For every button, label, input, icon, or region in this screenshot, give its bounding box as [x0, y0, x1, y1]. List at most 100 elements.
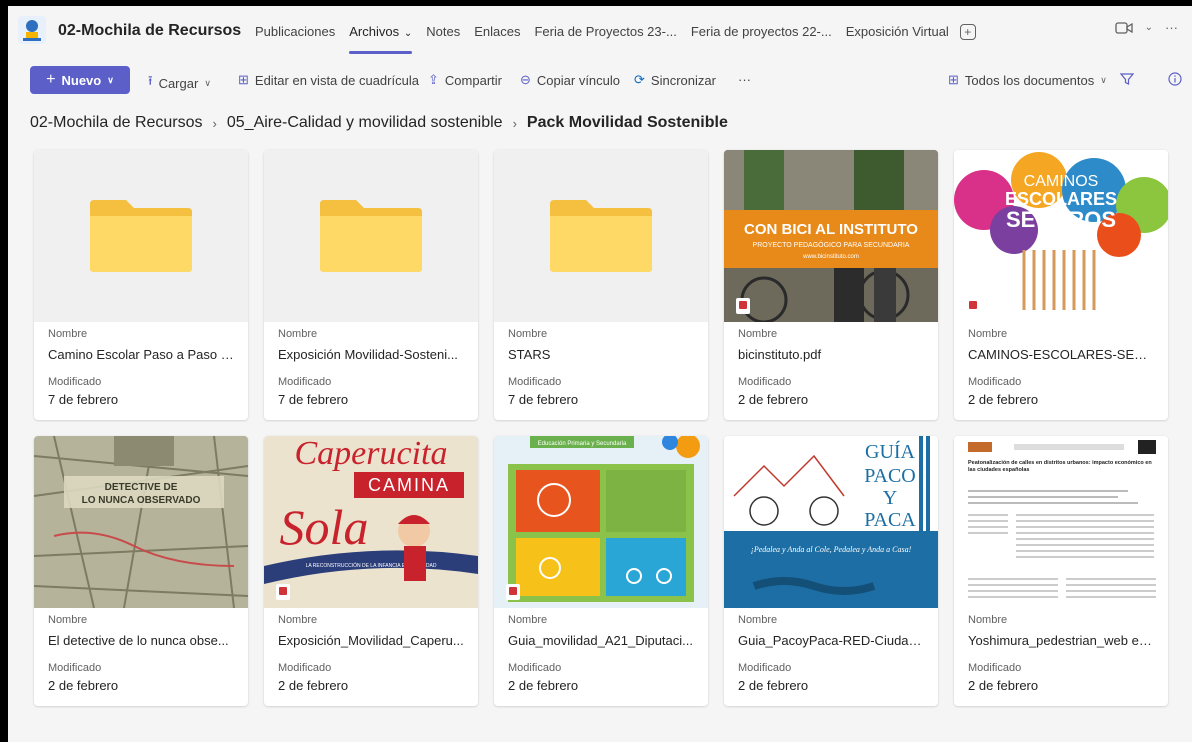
file-thumbnail: CAMINOS ESCOLARES SEGUROS [954, 150, 1168, 322]
tab-feria-23[interactable]: Feria de Proyectos 23-... [527, 20, 683, 44]
file-name[interactable]: CAMINOS-ESCOLARES-SEGU... [968, 347, 1156, 362]
modified-label: Modificado [738, 662, 792, 674]
file-name[interactable]: STARS [508, 347, 696, 362]
file-name[interactable]: Exposición Movilidad-Sosteni... [278, 347, 466, 362]
chevron-right-icon: › [212, 115, 217, 131]
thumb-line-1: Educación Primaria y Secundaria [538, 441, 627, 447]
file-name[interactable]: Exposición_Movilidad_Caperu... [278, 633, 466, 648]
chevron-down-icon: ∨ [107, 74, 114, 85]
header-actions: ⌄ ··· [1114, 20, 1178, 35]
pdf-preview-image: Peatonalización de calles en distritos u… [954, 436, 1168, 608]
file-thumbnail: Caperucita CAMINA Sola LA RECONSTRUCCIÓN… [264, 436, 478, 608]
filter-icon [1120, 73, 1134, 85]
sync-button[interactable]: ⟳ Sincronizar [634, 72, 716, 88]
copy-link-label: Copiar vínculo [536, 72, 621, 88]
thumb-line-5: ¡Pedalea y Anda al Cole, Pedalea y Anda … [751, 545, 912, 554]
pdf-file-icon [736, 298, 750, 314]
command-bar: + Nuevo ∨ ⭱ Cargar ∨ ⊞ Editar en vista d… [8, 62, 1192, 98]
modified-date: 2 de febrero [48, 678, 119, 693]
link-icon: ⊖ [520, 72, 531, 87]
modified-date: 2 de febrero [738, 678, 809, 693]
file-name[interactable]: El detective de lo nunca obse... [48, 633, 236, 648]
breadcrumb-item-root[interactable]: 02-Mochila de Recursos [30, 114, 203, 132]
upload-icon: ⭱ [148, 73, 153, 88]
modified-date: 2 de febrero [508, 678, 579, 693]
add-tab-icon[interactable]: + [959, 24, 976, 40]
folder-icon [90, 200, 192, 272]
more-commands-button[interactable]: ··· [738, 72, 751, 87]
thumb-line-2: ESCOLARES [1005, 189, 1117, 209]
share-icon: ⇪ [428, 72, 439, 87]
file-name[interactable]: bicinstituto.pdf [738, 347, 926, 362]
grid-view-icon: ⊞ [948, 72, 959, 87]
new-button[interactable]: + Nuevo ∨ [30, 66, 130, 94]
chevron-down-icon[interactable]: ⌄ [1145, 22, 1153, 33]
name-label: Nombre [278, 614, 318, 626]
modified-label: Modificado [48, 662, 102, 674]
chevron-down-icon: ∨ [204, 77, 211, 88]
thumb-line-3: SEGUROS [1006, 207, 1116, 232]
more-options-icon[interactable]: ··· [1165, 20, 1178, 35]
modified-label: Modificado [968, 662, 1022, 674]
file-card[interactable]: CON BICI AL INSTITUTO PROYECTO PEDAGÓGIC… [724, 150, 938, 420]
file-thumbnail: Peatonalización de calles en distritos u… [954, 436, 1168, 608]
file-card[interactable]: Nombre STARS Modificado 7 de febrero [494, 150, 708, 420]
name-label: Nombre [738, 328, 778, 340]
thumb-url: www.bicinstituto.com [802, 254, 859, 260]
copy-link-button[interactable]: ⊖ Copiar vínculo [520, 72, 620, 88]
file-name[interactable]: Yoshimura_pedestrian_web es... [968, 633, 1156, 648]
name-label: Nombre [968, 328, 1008, 340]
file-card[interactable]: Educación Primaria y Secundaria Nombre G… [494, 436, 708, 706]
tab-archivos[interactable]: Archivos ⌄ [342, 20, 419, 54]
chevron-down-icon: ∨ [1100, 74, 1107, 85]
team-logo-icon[interactable] [18, 16, 46, 44]
info-button[interactable] [1168, 72, 1182, 86]
pdf-preview-image: CON BICI AL INSTITUTO PROYECTO PEDAGÓGIC… [724, 150, 938, 322]
filter-button[interactable] [1120, 72, 1134, 86]
file-thumbnail [34, 150, 248, 322]
tab-publicaciones[interactable]: Publicaciones [248, 20, 342, 44]
modified-label: Modificado [278, 376, 332, 388]
file-card[interactable]: Nombre Camino Escolar Paso a Paso D... M… [34, 150, 248, 420]
name-label: Nombre [48, 328, 88, 340]
grid-icon: ⊞ [238, 72, 249, 87]
modified-date: 2 de febrero [278, 678, 349, 693]
tab-exposicion-virtual[interactable]: Exposición Virtual [839, 20, 956, 44]
breadcrumb-item-folder[interactable]: 05_Aire-Calidad y movilidad sostenible [227, 114, 503, 132]
folder-icon [320, 200, 422, 272]
file-name[interactable]: Guia_PacoyPaca-RED-Ciudad... [738, 633, 926, 648]
file-thumbnail: Educación Primaria y Secundaria [494, 436, 708, 608]
sync-label: Sincronizar [650, 72, 716, 88]
tab-notes[interactable]: Notes [419, 20, 467, 44]
file-card[interactable]: Peatonalización de calles en distritos u… [954, 436, 1168, 706]
view-selector[interactable]: ⊞ Todos los documentos ∨ [948, 72, 1107, 88]
channel-header: 02-Mochila de Recursos Publicaciones Arc… [8, 6, 1192, 54]
tab-archivos-label: Archivos [349, 24, 400, 39]
modified-label: Modificado [508, 662, 562, 674]
file-thumbnail: DETECTIVE DE LO NUNCA OBSERVADO [34, 436, 248, 608]
thumb-line-2: PACO [864, 465, 916, 487]
file-name[interactable]: Guia_movilidad_A21_Diputaci... [508, 633, 696, 648]
file-card[interactable]: Nombre Exposición Movilidad-Sosteni... M… [264, 150, 478, 420]
modified-label: Modificado [278, 662, 332, 674]
upload-button[interactable]: ⭱ Cargar ∨ [148, 72, 211, 94]
thumb-line-2: LO NUNCA OBSERVADO [82, 495, 201, 506]
tab-enlaces[interactable]: Enlaces [467, 20, 527, 44]
edit-grid-label: Editar en vista de cuadrícula [254, 72, 419, 88]
thumb-line-4: PACA [864, 509, 916, 531]
share-button[interactable]: ⇪ Compartir [428, 72, 502, 88]
name-label: Nombre [738, 614, 778, 626]
pdf-file-icon [966, 298, 980, 314]
name-label: Nombre [508, 614, 548, 626]
file-card[interactable]: CAMINOS ESCOLARES SEGUROS Nombre CAMINOS… [954, 150, 1168, 420]
file-card[interactable]: GUÍA PACO Y PACA ¡Pedalea y Anda al Cole… [724, 436, 938, 706]
file-name[interactable]: Camino Escolar Paso a Paso D... [48, 347, 236, 362]
file-card[interactable]: Caperucita CAMINA Sola LA RECONSTRUCCIÓN… [264, 436, 478, 706]
file-card[interactable]: DETECTIVE DE LO NUNCA OBSERVADO Nombre E… [34, 436, 248, 706]
breadcrumb-item-current: Pack Movilidad Sostenible [526, 114, 728, 131]
thumb-subtitle: PROYECTO PEDAGÓGICO PARA SECUNDARIA [753, 240, 910, 249]
edit-grid-view-button[interactable]: ⊞ Editar en vista de cuadrícula [238, 72, 419, 88]
teams-window: 02-Mochila de Recursos Publicaciones Arc… [8, 6, 1192, 742]
video-call-icon[interactable] [1114, 21, 1133, 35]
tab-feria-22[interactable]: Feria de proyectos 22-... [684, 20, 839, 44]
